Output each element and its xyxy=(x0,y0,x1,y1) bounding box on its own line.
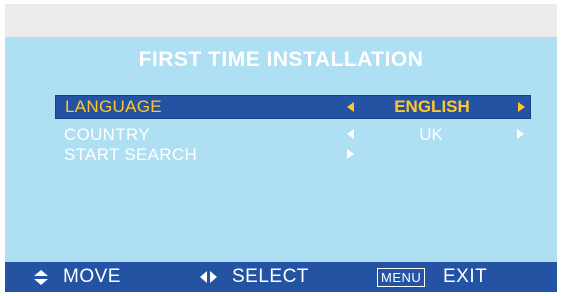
menu-item-label: COUNTRY xyxy=(64,125,150,144)
menu-item-label: LANGUAGE xyxy=(65,97,162,116)
select-hint: SELECT xyxy=(232,266,309,287)
menu-item-start-search[interactable]: START SEARCH xyxy=(55,145,529,164)
menu-key-icon: MENU xyxy=(377,268,426,287)
menu-item-language[interactable]: LANGUAGE ENGLISH xyxy=(55,95,531,119)
help-bar: MOVE SELECT MENU EXIT xyxy=(5,262,557,292)
page-title: FIRST TIME INSTALLATION xyxy=(138,48,424,71)
arrow-right-icon[interactable] xyxy=(518,102,525,112)
arrow-right-icon[interactable] xyxy=(517,129,524,139)
left-right-arrow-icon xyxy=(200,271,218,283)
exit-hint: EXIT xyxy=(443,266,488,287)
arrow-right-icon[interactable] xyxy=(347,149,354,159)
menu-item-value: UK xyxy=(419,125,443,144)
installation-screen: FIRST TIME INSTALLATION LANGUAGE ENGLISH… xyxy=(5,37,557,262)
menu-item-country[interactable]: COUNTRY UK xyxy=(55,125,529,144)
up-down-arrow-icon xyxy=(34,270,48,286)
arrow-left-icon[interactable] xyxy=(347,102,354,112)
move-hint: MOVE xyxy=(63,266,121,287)
menu-item-label: START SEARCH xyxy=(64,145,198,164)
arrow-left-icon[interactable] xyxy=(347,129,354,139)
menu-item-value: ENGLISH xyxy=(394,97,470,116)
